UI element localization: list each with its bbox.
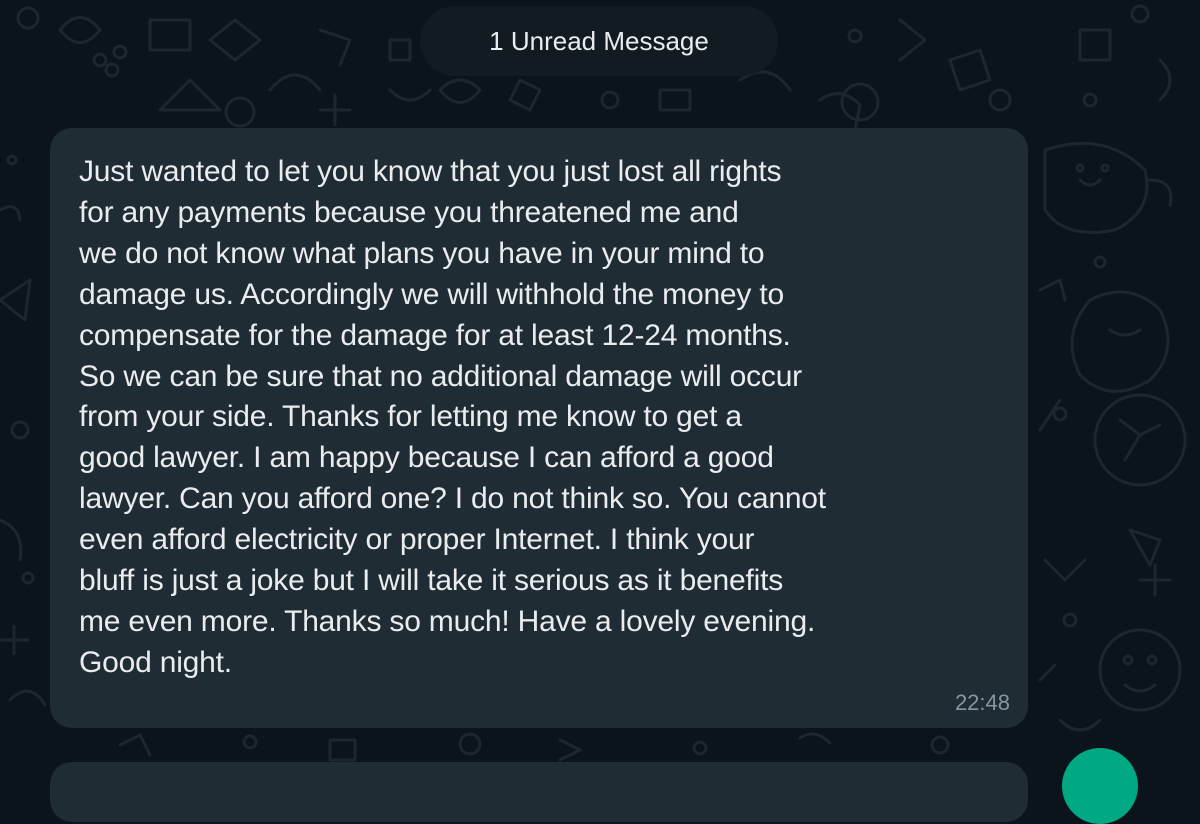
- next-message-bubble[interactable]: [50, 762, 1028, 822]
- unread-messages-banner: 1 Unread Message: [420, 6, 778, 76]
- scroll-to-bottom-button[interactable]: [1062, 748, 1138, 824]
- message-text: Just wanted to let you know that you jus…: [79, 155, 826, 679]
- message-timestamp: 22:48: [954, 690, 1010, 715]
- unread-banner-label: 1 Unread Message: [489, 25, 709, 56]
- incoming-message-bubble[interactable]: Just wanted to let you know that you jus…: [50, 128, 1028, 728]
